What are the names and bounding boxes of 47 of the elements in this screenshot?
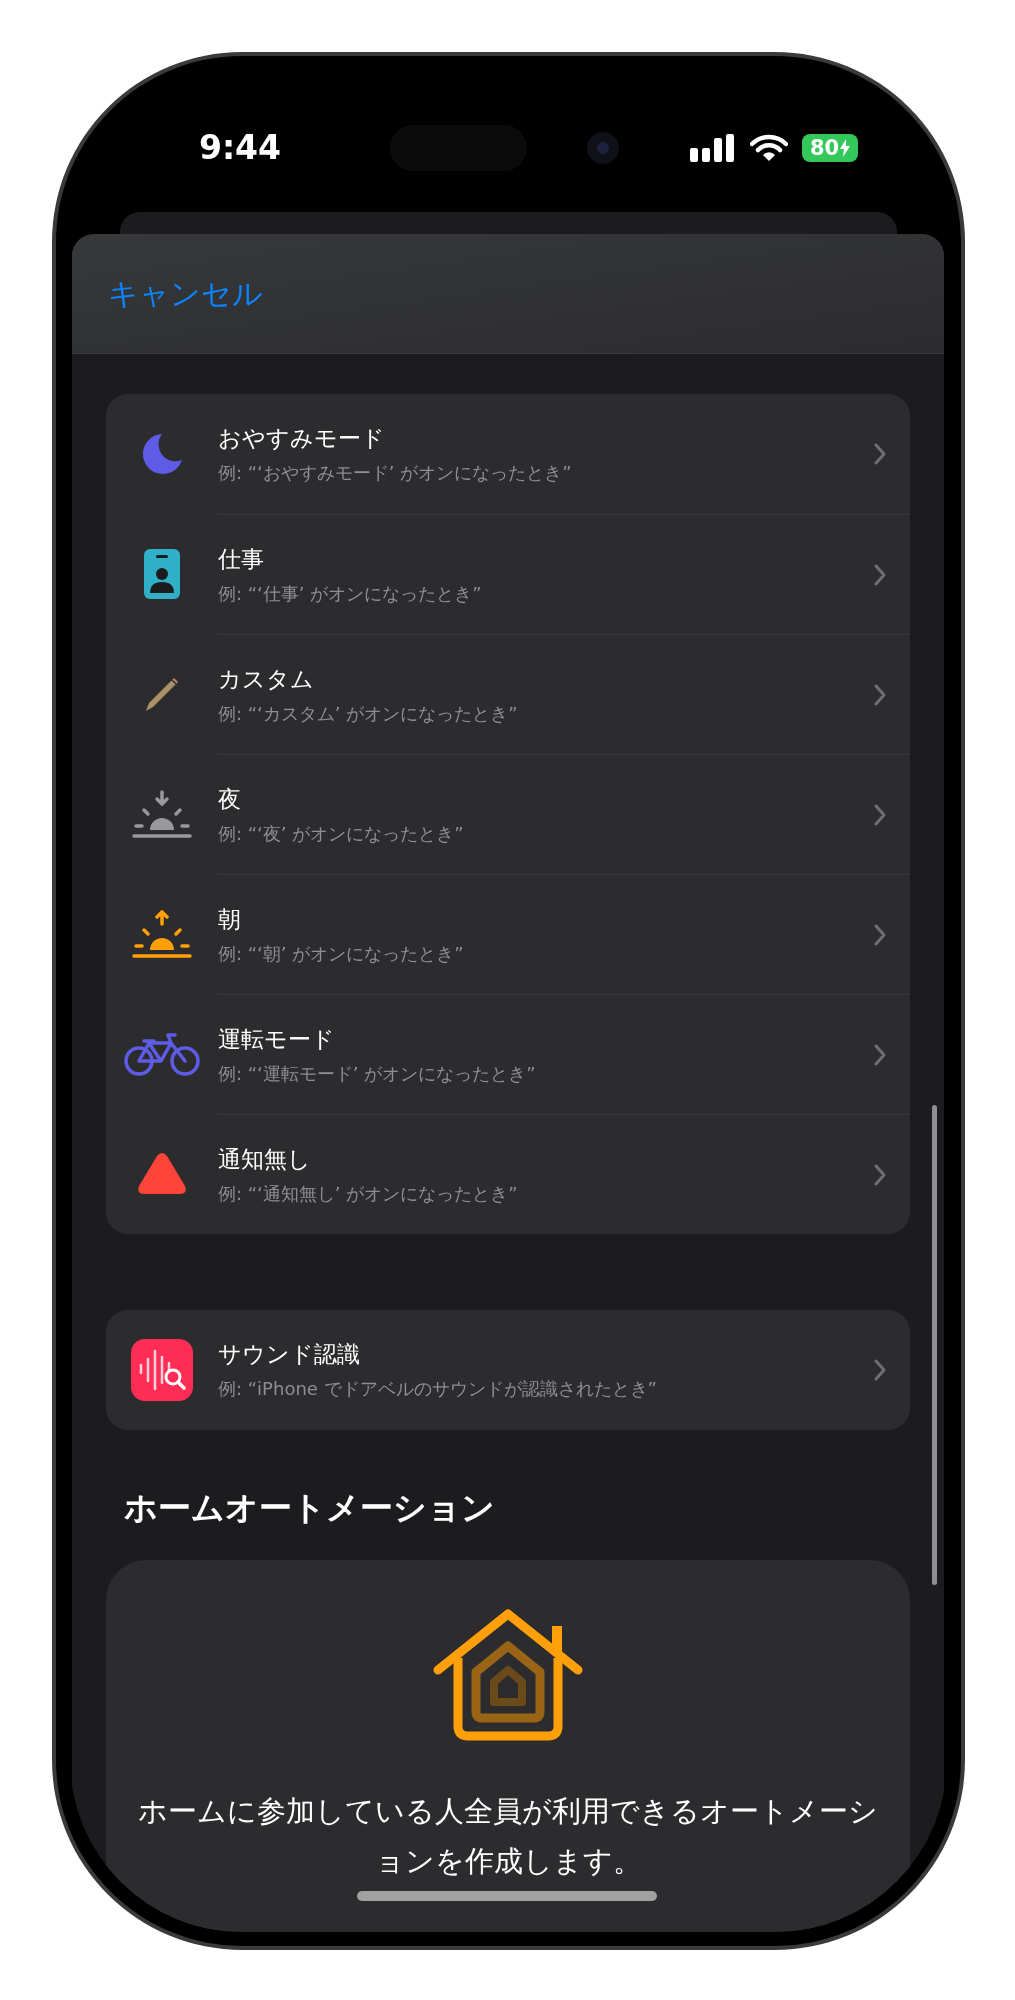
chevron-icon xyxy=(874,1359,886,1381)
chevron-icon xyxy=(874,683,886,706)
row-subtitle: 例: “‘おやすみモード’ がオンになったとき” xyxy=(218,461,573,485)
row-subtitle: 例: “‘カスタム’ がオンになったとき” xyxy=(218,701,519,726)
list-row[interactable]: おやすみモード 例: “‘おやすみモード’ がオンになったとき” xyxy=(106,394,910,514)
warning-triangle-icon xyxy=(137,1152,187,1196)
row-title: 通知無し xyxy=(218,1144,312,1174)
chevron-icon xyxy=(874,1043,886,1066)
row-subtitle: 例: “‘運転モード’ がオンになったとき” xyxy=(218,1061,537,1086)
section-heading: ホームオートメーション xyxy=(123,1487,496,1529)
list-row[interactable]: 通知無し 例: “‘通知無し’ がオンになったとき” xyxy=(106,1114,910,1234)
status-time: 9:44 xyxy=(198,127,282,170)
battery-indicator: 80 xyxy=(802,134,858,162)
home-description: ホームに参加している人全員が利用できるオートメーションを作成します。 xyxy=(137,1793,879,1880)
row-subtitle: 例: “‘朝’ がオンになったとき” xyxy=(218,941,465,966)
row-subtitle: 例: “‘夜’ がオンになったとき” xyxy=(218,821,465,846)
list-row[interactable]: 運転モード 例: “‘運転モード’ がオンになったとき” xyxy=(106,994,910,1114)
row-title: おやすみモード xyxy=(218,424,386,453)
row-title: カスタム xyxy=(218,664,315,694)
camera-icon xyxy=(587,132,619,164)
list-row[interactable]: 仕事 例: “‘仕事’ がオンになったとき” xyxy=(106,514,910,634)
chevron-icon xyxy=(874,563,886,586)
moon-icon xyxy=(140,432,184,476)
row-title: 夜 xyxy=(218,784,242,814)
sunset-icon xyxy=(132,790,192,838)
row-subtitle: 例: “‘通知無し’ がオンになったとき” xyxy=(218,1181,519,1206)
row-title: 運転モード xyxy=(218,1024,336,1054)
chevron-icon xyxy=(874,923,886,946)
list-row[interactable]: サウンド認識 例: “iPhone でドアベルのサウンドが認識されたとき” xyxy=(106,1310,910,1430)
wifi-icon xyxy=(750,134,788,162)
chevron-icon xyxy=(874,803,886,826)
row-subtitle: 例: “iPhone でドアベルのサウンドが認識されたとき” xyxy=(218,1377,658,1401)
id-badge-icon xyxy=(144,549,180,599)
list-row[interactable]: カスタム 例: “‘カスタム’ がオンになったとき” xyxy=(106,634,910,754)
row-title: 仕事 xyxy=(218,544,265,574)
chevron-icon xyxy=(874,443,886,465)
list-row[interactable]: 朝 例: “‘朝’ がオンになったとき” xyxy=(106,874,910,994)
bicycle-icon xyxy=(124,1031,200,1077)
signal-icon xyxy=(690,134,735,162)
row-title: サウンド認識 xyxy=(218,1340,361,1369)
row-subtitle: 例: “‘仕事’ がオンになったとき” xyxy=(218,581,483,606)
chevron-icon xyxy=(874,1163,886,1186)
row-title: 朝 xyxy=(218,904,242,934)
list-row[interactable]: 夜 例: “‘夜’ がオンになったとき” xyxy=(106,754,910,874)
house-icon xyxy=(432,1608,584,1742)
sunrise-icon xyxy=(132,910,192,958)
sound-recognition-icon xyxy=(131,1339,193,1401)
